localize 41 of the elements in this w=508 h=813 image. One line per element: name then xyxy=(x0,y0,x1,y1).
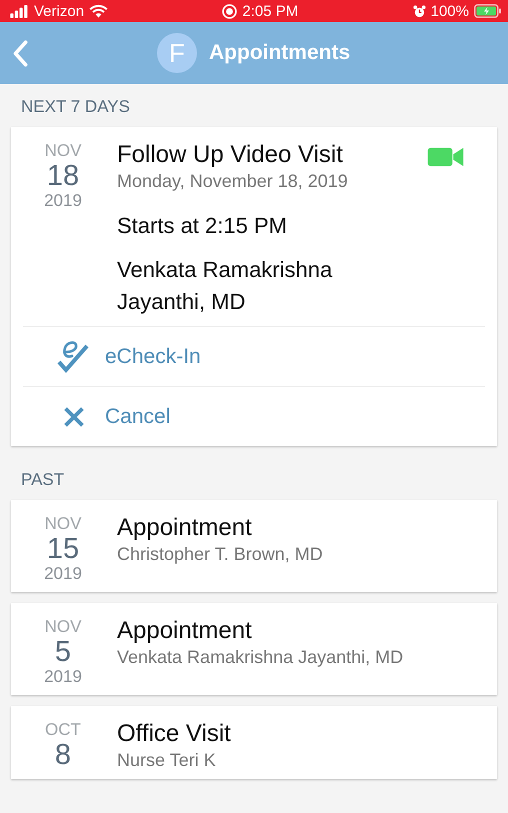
appointment-title: Follow Up Video Visit xyxy=(117,141,343,169)
date-year: 2019 xyxy=(44,564,82,584)
action-button[interactable]: Cancel xyxy=(23,386,485,446)
date-day: 18 xyxy=(46,161,80,191)
appointment-date-text: Christopher T. Brown, MD xyxy=(117,544,324,565)
appointment-card[interactable]: NOV 18 2019 Follow Up Video Visit Monday, November 18, 2019 Starts at 2:15 PM Venkata Ramakrishna Jayanthi, MD eCheck-In Cancel xyxy=(11,127,497,446)
alarm-icon xyxy=(412,4,426,18)
carrier-name: Verizon xyxy=(34,2,84,20)
appointment-title: Appointment xyxy=(117,617,252,645)
clock-time: 2:05 PM xyxy=(242,2,298,20)
chevron-left-icon xyxy=(12,40,28,66)
record-icon xyxy=(222,4,238,18)
appointment-card[interactable]: OCT 8 Office Visit Nurse Teri K xyxy=(11,706,497,779)
avatar: F xyxy=(157,33,197,73)
appointment-detail: Starts at 2:15 PM xyxy=(117,212,288,240)
appointment-title: Office Visit xyxy=(117,720,231,748)
date-month: NOV xyxy=(44,141,82,161)
wifi-icon xyxy=(89,4,108,18)
date-month: OCT xyxy=(45,720,81,740)
section-heading: PAST xyxy=(20,469,66,491)
date-year: 2019 xyxy=(44,667,82,687)
appointment-date-text: Monday, November 18, 2019 xyxy=(117,171,349,192)
date-day: 5 xyxy=(54,637,72,667)
date-year: 2019 xyxy=(44,191,82,211)
date-day: 8 xyxy=(54,740,72,770)
appointment-date-text: Venkata Ramakrishna Jayanthi, MD xyxy=(117,647,404,668)
e-checkmark-icon xyxy=(57,340,91,374)
appointment-detail: Venkata Ramakrishna Jayanthi, MD xyxy=(117,256,334,316)
date-day: 15 xyxy=(46,534,80,564)
appointment-date-text: Nurse Teri K xyxy=(117,750,217,771)
battery-percent: 100% xyxy=(430,2,469,20)
appointment-card[interactable]: NOV 5 2019 Appointment Venkata Ramakrishna Jayanthi, MD xyxy=(11,603,497,695)
action-button[interactable]: eCheck-In xyxy=(23,326,485,386)
signal-icon xyxy=(10,4,29,18)
appointment-title: Appointment xyxy=(117,514,252,542)
appointment-card[interactable]: NOV 15 2019 Appointment Christopher T. Brown, MD xyxy=(11,500,497,592)
date-month: NOV xyxy=(44,514,82,534)
date-month: NOV xyxy=(44,617,82,637)
section-heading: NEXT 7 DAYS xyxy=(20,96,131,118)
page-title: Appointments xyxy=(209,41,350,65)
battery-icon xyxy=(474,4,502,18)
